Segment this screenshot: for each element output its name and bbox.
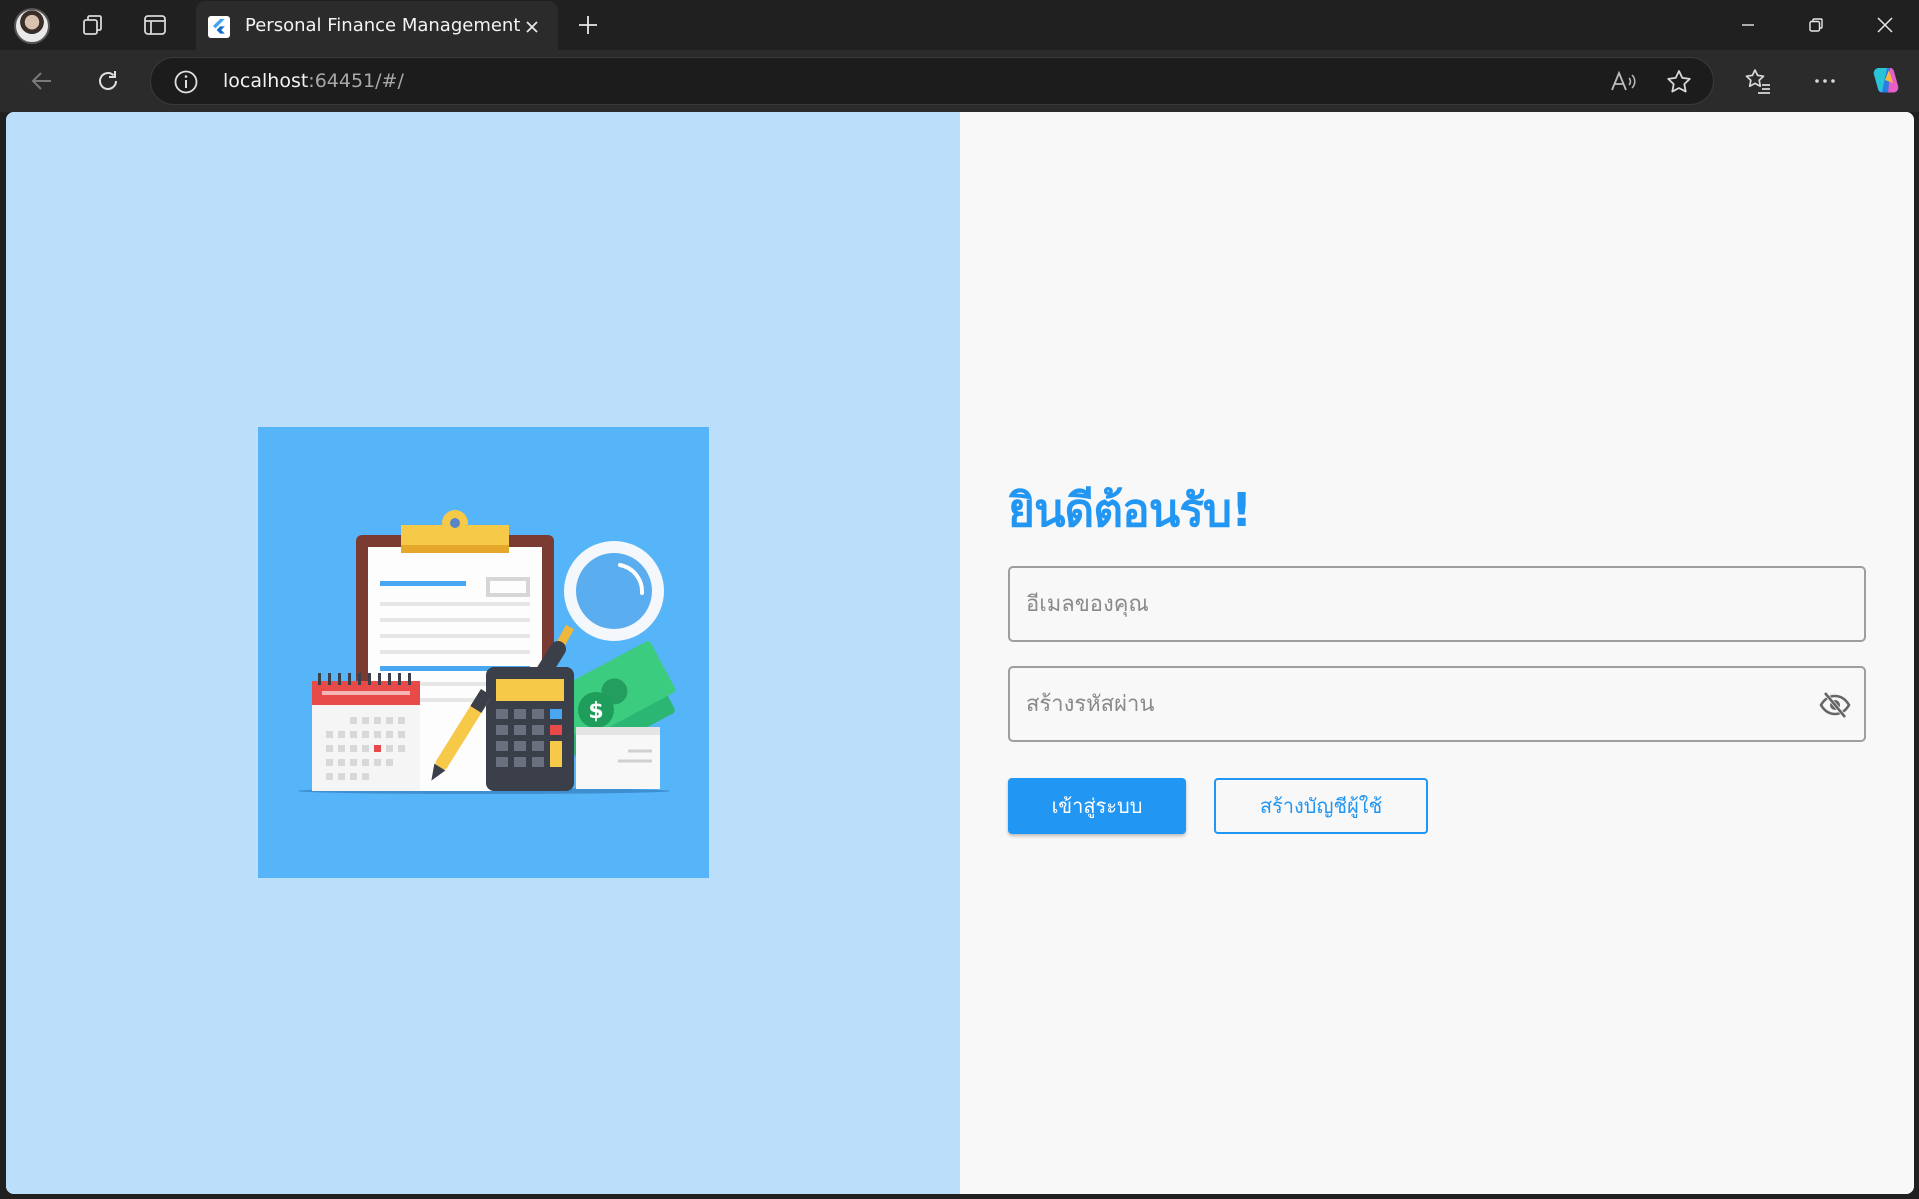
- register-button[interactable]: สร้างบัญชีผู้ใช้: [1214, 778, 1428, 834]
- close-window-icon[interactable]: [1851, 0, 1919, 50]
- illustration-panel: $: [6, 112, 960, 1194]
- tab-title: Personal Finance Management: [245, 15, 521, 36]
- browser-titlebar: Personal Finance Management: [0, 0, 1919, 51]
- profile-avatar[interactable]: [14, 8, 50, 44]
- browser-toolbar: localhost:64451/#/: [0, 50, 1919, 112]
- login-panel: ยินดีต้อนรับ! เข้าสู่ระบบ สร้างบัญชีผู้ใ…: [960, 112, 1914, 1194]
- star-icon[interactable]: [1665, 68, 1693, 100]
- vertical-tabs-icon[interactable]: [134, 5, 176, 45]
- finance-illustration: $: [258, 427, 709, 878]
- copilot-icon[interactable]: [1866, 62, 1906, 100]
- url-host: localhost: [223, 70, 309, 92]
- minimize-icon[interactable]: [1714, 0, 1782, 50]
- password-input[interactable]: [1010, 668, 1864, 740]
- active-tab[interactable]: Personal Finance Management: [196, 1, 558, 51]
- favorites-icon[interactable]: [1738, 62, 1778, 100]
- visibility-off-icon[interactable]: [1816, 686, 1854, 724]
- new-tab-icon[interactable]: [568, 5, 608, 45]
- read-aloud-icon[interactable]: [1609, 69, 1637, 99]
- workspaces-icon[interactable]: [72, 5, 114, 45]
- password-field[interactable]: [1008, 666, 1866, 742]
- page-viewport: $ ยินดีต้อนรับ! อีเมลของคุณ เข้าสู่ระบบ …: [6, 112, 1914, 1194]
- back-arrow-icon[interactable]: [22, 62, 62, 100]
- url-text: localhost:64451/#/: [223, 70, 404, 92]
- restore-icon[interactable]: [1782, 0, 1850, 50]
- login-button[interactable]: เข้าสู่ระบบ: [1008, 778, 1186, 834]
- email-input[interactable]: [1010, 568, 1864, 640]
- info-icon[interactable]: [173, 69, 199, 99]
- email-field[interactable]: [1008, 566, 1866, 642]
- url-path: :64451/#/: [308, 70, 404, 92]
- more-icon[interactable]: [1805, 62, 1845, 100]
- welcome-heading: ยินดีต้อนรับ!: [1008, 483, 1252, 537]
- close-tab-icon[interactable]: [518, 13, 546, 41]
- address-bar[interactable]: localhost:64451/#/: [150, 57, 1714, 105]
- svg-text:$: $: [588, 699, 603, 724]
- refresh-icon[interactable]: [88, 62, 128, 100]
- flutter-icon: [208, 16, 230, 38]
